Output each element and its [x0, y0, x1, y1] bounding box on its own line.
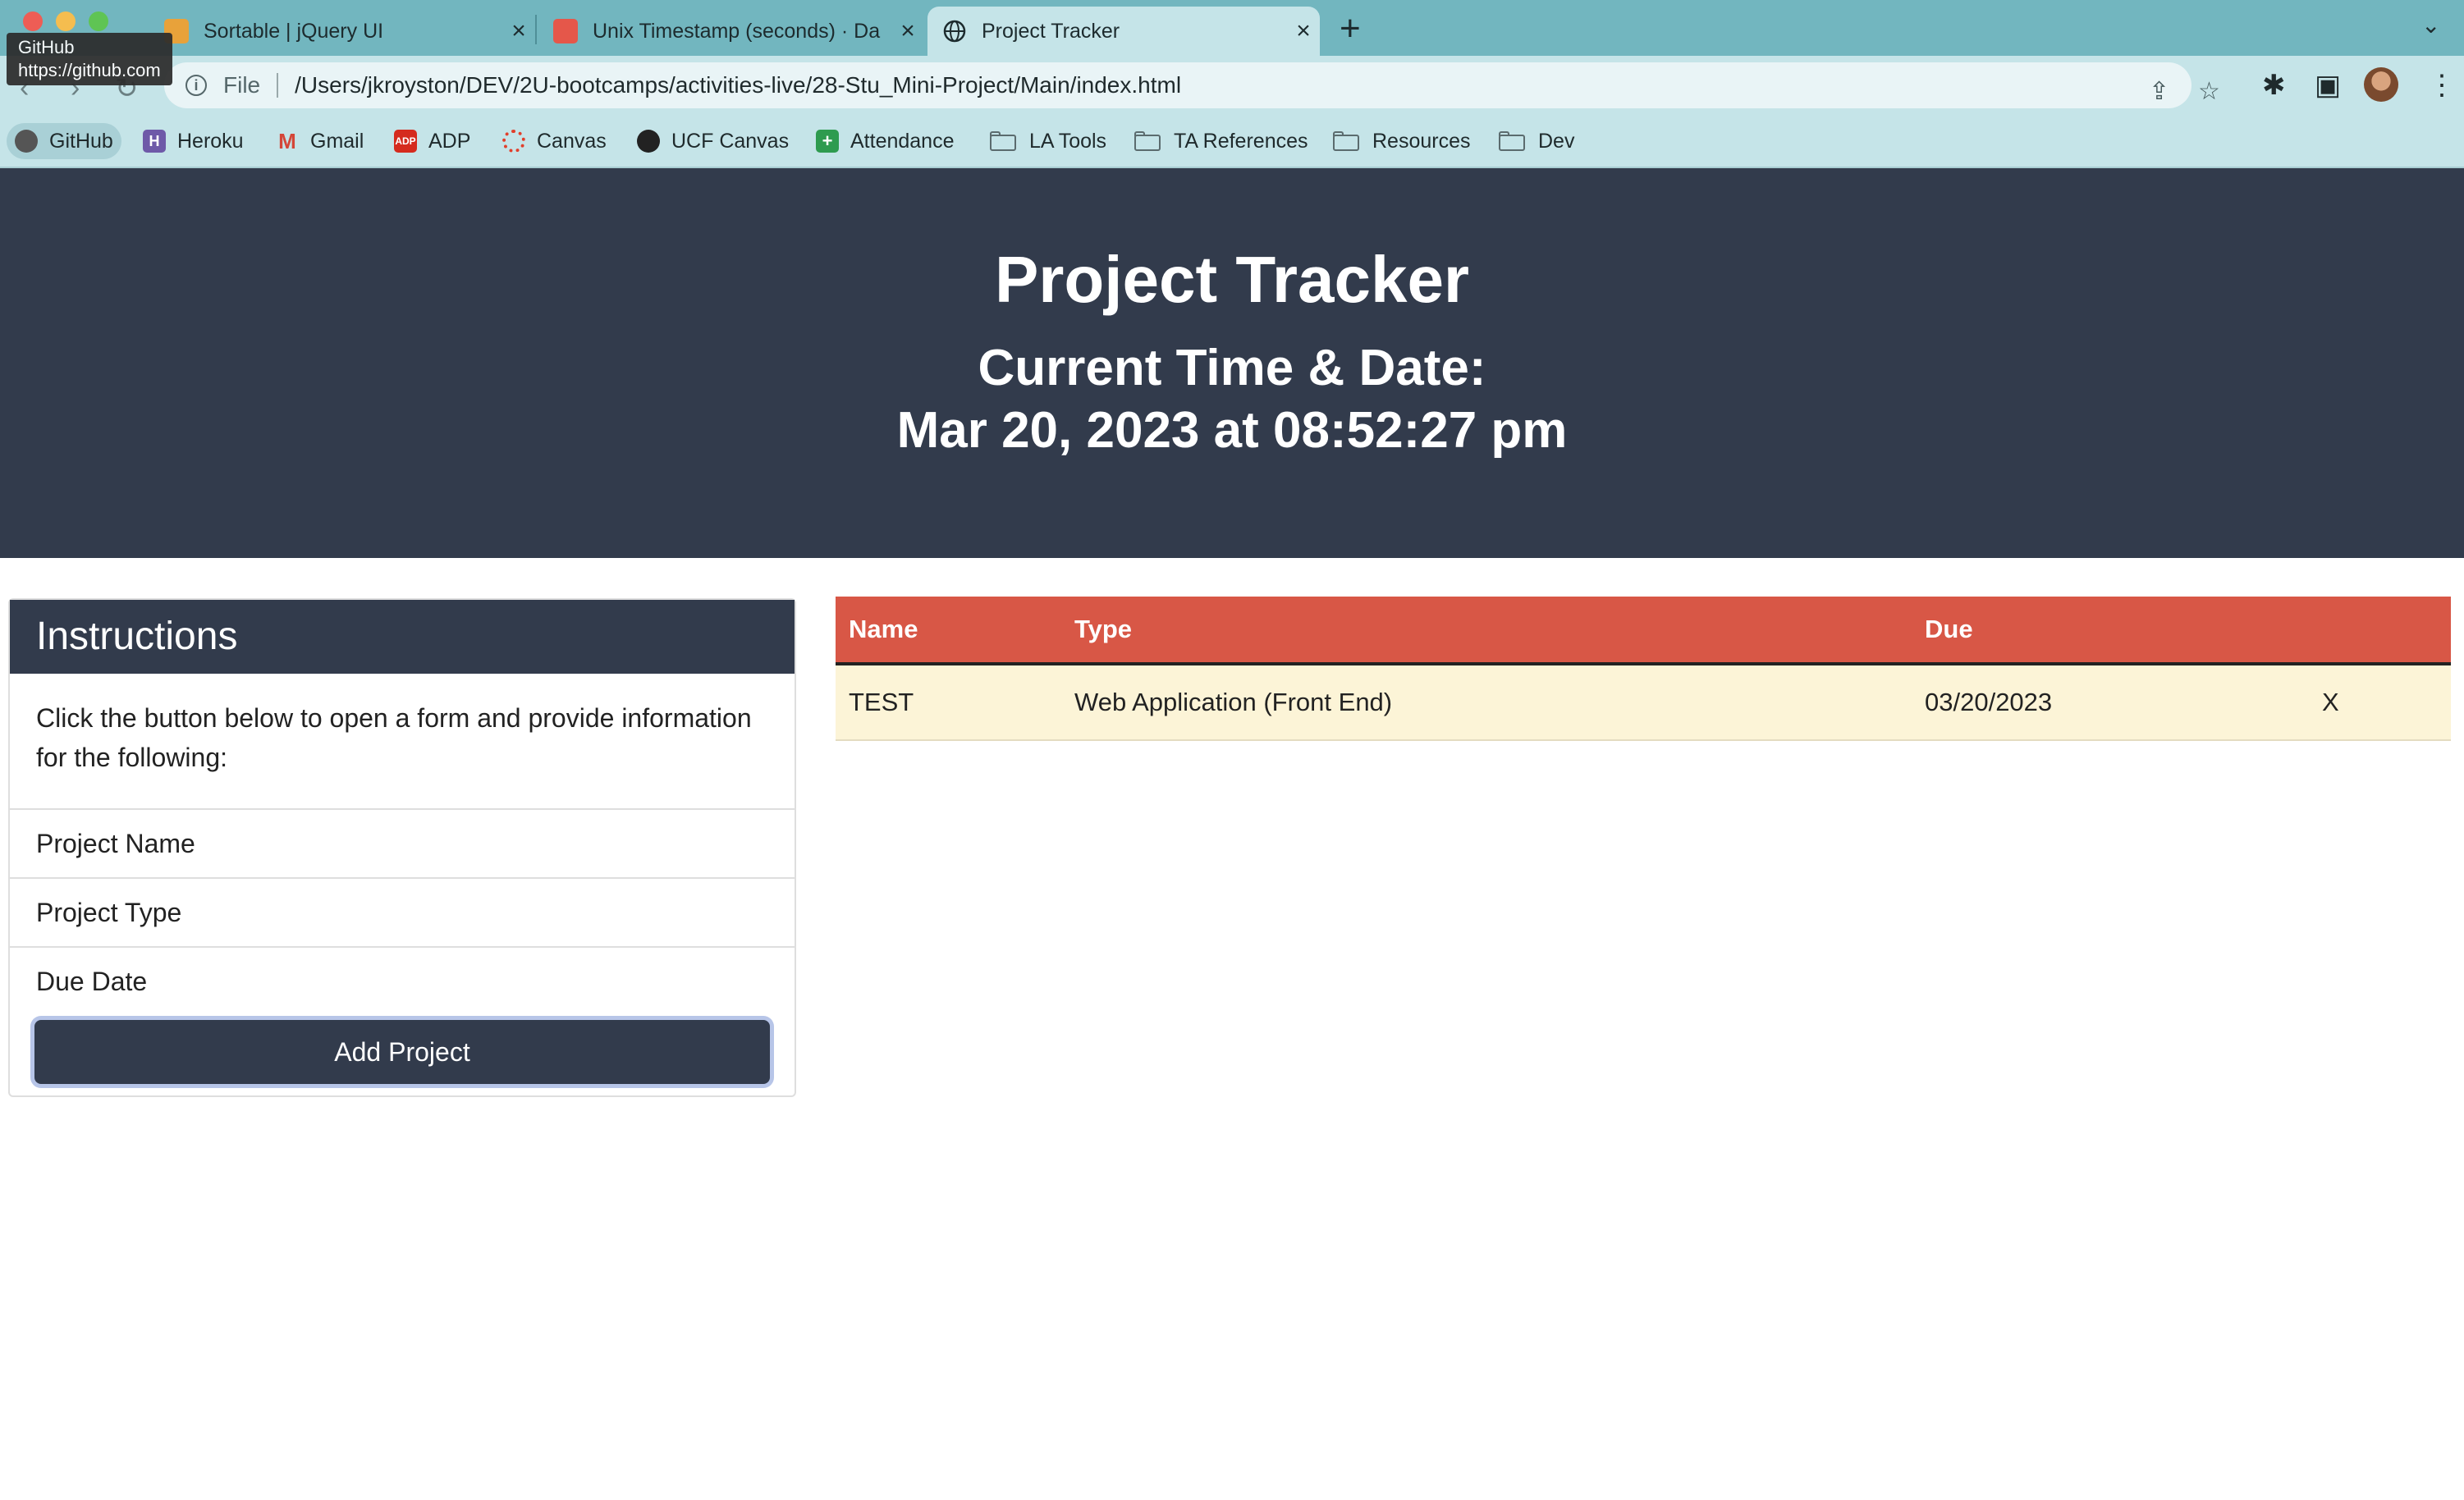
instructions-heading: Instructions [10, 600, 795, 674]
tab-unix-timestamp[interactable]: Unix Timestamp (seconds) · Da × [538, 7, 924, 56]
globe-icon [942, 19, 967, 43]
ucf-icon [637, 130, 660, 153]
add-project-button[interactable]: Add Project [34, 1020, 770, 1084]
new-tab-button[interactable]: + [1340, 8, 1361, 49]
tooltip-url: https://github.com [18, 60, 161, 80]
bookmark-label: Gmail [310, 129, 364, 153]
chevron-down-icon[interactable]: ⌄ [2421, 11, 2440, 39]
column-header-actions [2297, 597, 2451, 665]
page-title: Project Tracker [994, 243, 1470, 316]
avatar[interactable] [2364, 67, 2398, 102]
tab-project-tracker[interactable]: Project Tracker × [927, 7, 1320, 56]
folder-icon [1333, 131, 1359, 151]
address-bar[interactable]: i File /Users/jkroyston/DEV/2U-bootcamps… [164, 62, 2220, 108]
tab-title: Project Tracker [982, 19, 1120, 43]
bookmark-label: ADP [428, 129, 471, 153]
datetime-label: Current Time & Date: [978, 340, 1486, 396]
tooltip-title: GitHub [18, 37, 75, 57]
bookmark-heroku[interactable]: H Heroku [135, 123, 252, 159]
close-window-button[interactable] [23, 11, 43, 31]
extensions-icon[interactable]: ✱ [2262, 69, 2286, 102]
table-header-row: Name Type Due [836, 597, 2451, 665]
unix-timestamp-icon [553, 19, 578, 43]
bookmark-folder-dev[interactable]: Dev [1491, 123, 1582, 159]
folder-icon [990, 131, 1016, 151]
browser-toolbar: ‹ › ↻ i File /Users/jkroyston/DEV/2U-boo… [0, 56, 2464, 115]
bookmark-gmail[interactable]: M Gmail [268, 123, 372, 159]
tab-sortable[interactable]: Sortable | jQuery UI × [149, 7, 535, 56]
bookmark-canvas[interactable]: Canvas [494, 123, 615, 159]
bookmark-star-icon[interactable]: ☆ [2198, 77, 2220, 106]
heroku-icon: H [143, 130, 166, 153]
projects-table: Name Type Due TEST Web Application (Fron… [836, 597, 2451, 741]
bookmark-label: Resources [1372, 129, 1471, 153]
current-datetime: Mar 20, 2023 at 08:52:27 pm [896, 402, 1568, 459]
bookmark-label: Canvas [537, 129, 607, 153]
list-item: Project Type [10, 877, 795, 946]
bookmark-folder-la-tools[interactable]: LA Tools [982, 123, 1115, 159]
close-icon[interactable]: × [502, 17, 535, 45]
bookmark-label: Dev [1538, 129, 1575, 153]
bookmark-adp[interactable]: ADP ADP [386, 123, 479, 159]
gmail-icon: M [278, 128, 296, 153]
info-icon[interactable]: i [185, 75, 207, 96]
tab-title: Sortable | jQuery UI [204, 19, 384, 43]
tab-divider [535, 15, 537, 44]
project-name-cell: TEST [836, 664, 1061, 741]
tab-title: Unix Timestamp (seconds) · Da [593, 19, 881, 43]
folder-icon [1134, 131, 1161, 151]
address-url[interactable]: /Users/jkroyston/DEV/2U-bootcamps/activi… [295, 72, 1181, 98]
project-type-cell: Web Application (Front End) [1061, 664, 1912, 741]
bookmark-github[interactable]: GitHub [7, 123, 121, 159]
instructions-card: Instructions Click the button below to o… [8, 598, 796, 1097]
share-icon[interactable]: ⇪ [2149, 77, 2169, 106]
page-header: Project Tracker Current Time & Date: Mar… [0, 168, 2464, 558]
folder-icon [1499, 131, 1525, 151]
bookmark-label: Heroku [177, 129, 244, 153]
canvas-icon [502, 130, 525, 153]
column-header-due: Due [1912, 597, 2297, 665]
bookmark-ucf-canvas[interactable]: UCF Canvas [629, 123, 797, 159]
minimize-window-button[interactable] [56, 11, 76, 31]
instructions-text: Click the button below to open a form an… [36, 703, 752, 772]
attendance-icon: + [816, 130, 839, 153]
bookmark-label: Attendance [850, 129, 955, 153]
github-icon [15, 130, 38, 153]
bookmark-folder-ta-references[interactable]: TA References [1126, 123, 1317, 159]
column-header-name: Name [836, 597, 1061, 665]
address-divider [277, 73, 279, 98]
list-item: Due Date [10, 946, 795, 1015]
side-panel-icon[interactable]: ▣ [2315, 69, 2341, 102]
bookmark-attendance[interactable]: + Attendance [808, 123, 963, 159]
table-row: TEST Web Application (Front End) 03/20/2… [836, 664, 2451, 741]
bookmark-label: GitHub [49, 129, 113, 153]
tab-strip: Sortable | jQuery UI × Unix Timestamp (s… [0, 0, 2464, 56]
bookmark-folder-resources[interactable]: Resources [1325, 123, 1479, 159]
bookmarks-bar: GitHub H Heroku M Gmail ADP ADP Canvas U… [0, 115, 2464, 168]
list-item: Project Name [10, 808, 795, 877]
delete-project-button[interactable]: X [2297, 664, 2451, 741]
project-due-cell: 03/20/2023 [1912, 664, 2297, 741]
close-icon[interactable]: × [1287, 17, 1320, 45]
address-scheme: File [223, 72, 261, 98]
bookmark-label: LA Tools [1029, 129, 1107, 153]
bookmark-tooltip: GitHub https://github.com [7, 33, 172, 85]
close-icon[interactable]: × [891, 17, 924, 45]
maximize-window-button[interactable] [89, 11, 108, 31]
bookmark-label: TA References [1174, 129, 1308, 153]
bookmark-label: UCF Canvas [671, 129, 790, 153]
column-header-type: Type [1061, 597, 1912, 665]
adp-icon: ADP [394, 130, 417, 153]
more-menu-icon[interactable]: ⋮ [2428, 69, 2456, 102]
